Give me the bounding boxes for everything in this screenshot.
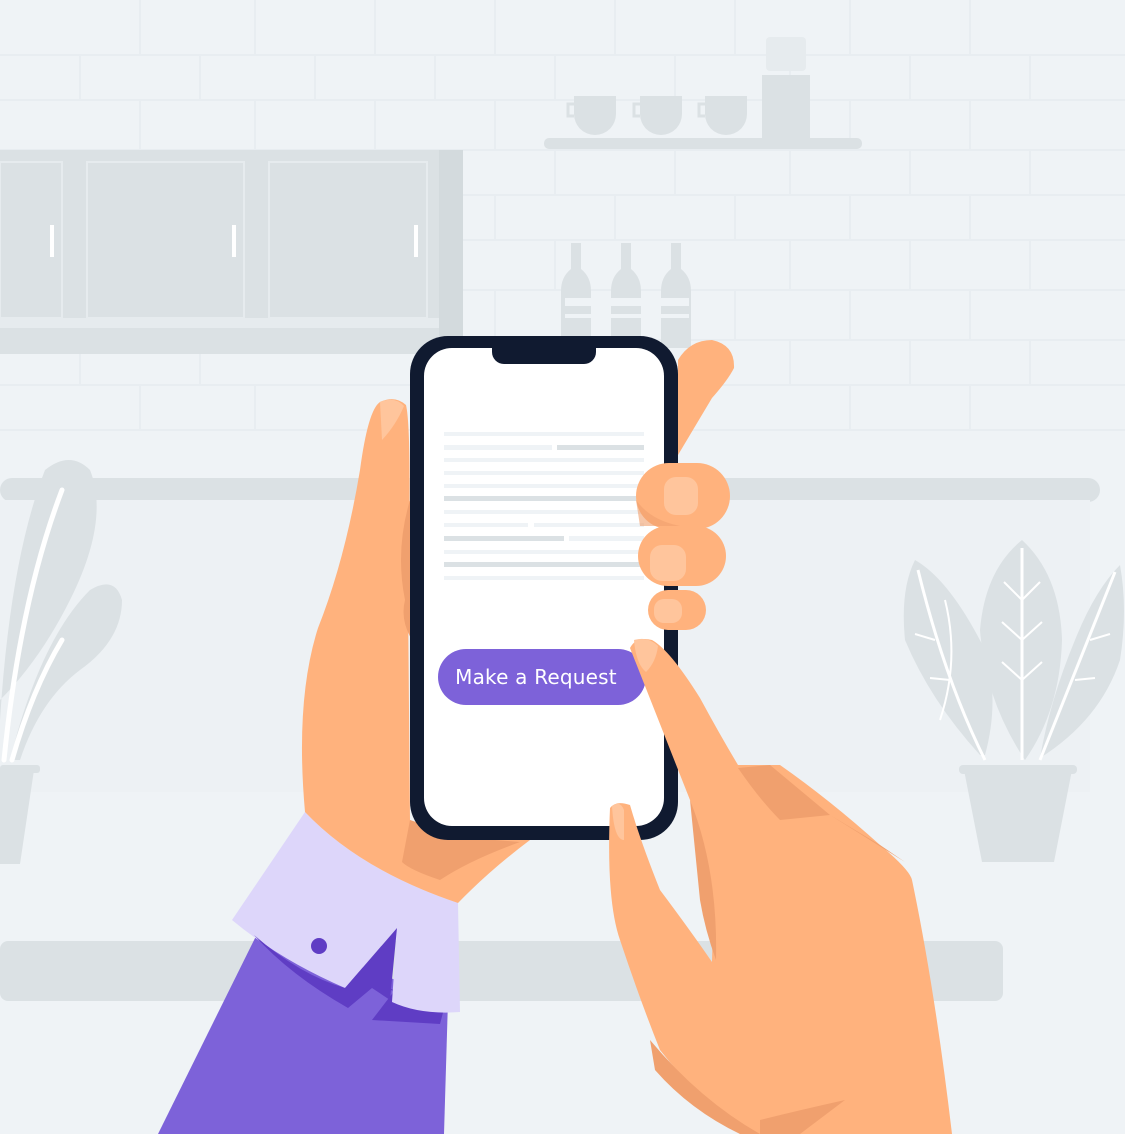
upper-cabinets [0,150,463,354]
make-request-button[interactable]: Make a Request [438,649,646,705]
jar-icon [762,37,810,138]
background-kitchen [0,0,1125,1134]
mug-icon [697,96,747,135]
bottle-icon [561,243,691,348]
mug-icon [632,96,682,135]
wall-shelf [544,37,862,149]
mug-icon [566,96,616,135]
phone-icon [410,336,678,840]
kitchen-counter [0,941,1003,1001]
illustration-scene: Make a Request [0,0,1125,1134]
